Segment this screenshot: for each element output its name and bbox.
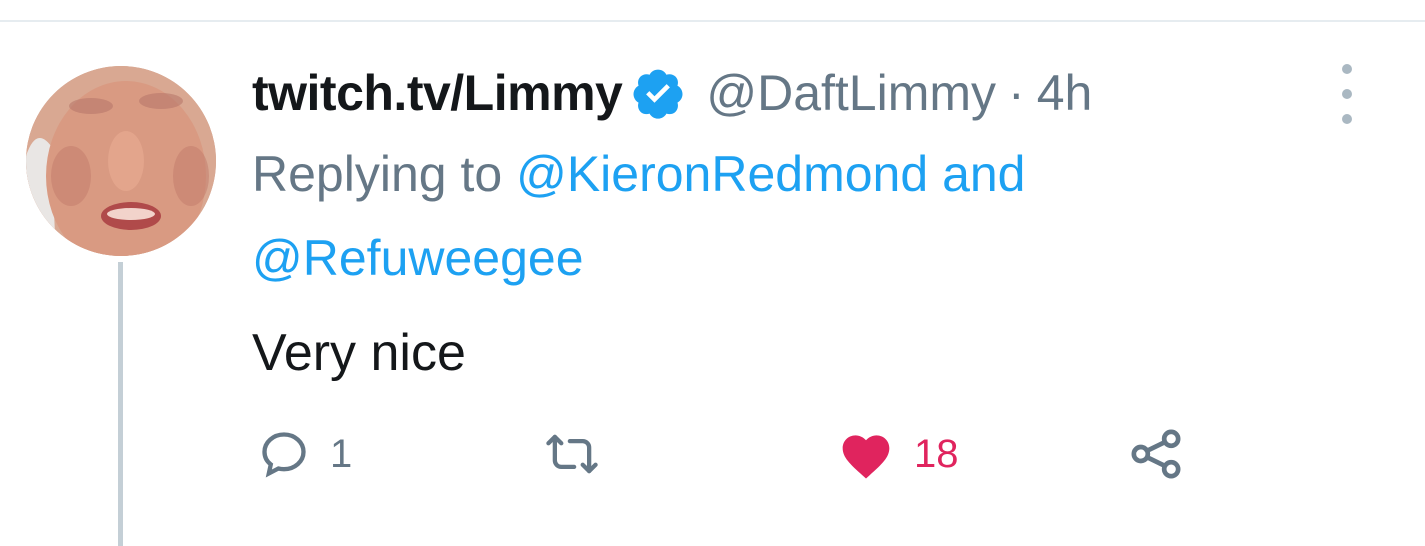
comment-icon — [262, 432, 306, 478]
more-vertical-icon[interactable] — [1332, 64, 1362, 124]
tweet-actions: 1 18 — [258, 424, 1258, 484]
reply-count: 1 — [330, 431, 353, 476]
heart-icon — [842, 435, 890, 479]
avatar-photo — [26, 66, 216, 256]
thread-line — [118, 262, 123, 546]
display-name[interactable]: twitch.tv/Limmy — [252, 64, 623, 122]
user-handle[interactable]: @DaftLimmy — [706, 64, 996, 122]
share-button[interactable] — [1128, 424, 1184, 484]
verified-badge-icon — [630, 65, 686, 121]
tweet-content: twitch.tv/Limmy @DaftLimmy · 4h Replying… — [252, 58, 1402, 388]
share-icon — [1131, 429, 1181, 479]
retweet-button[interactable] — [542, 424, 602, 484]
like-button[interactable]: 18 — [838, 424, 959, 484]
header-separator: · — [1008, 65, 1025, 121]
reply-mention-refuweegee[interactable]: @Refuweegee — [252, 230, 584, 286]
like-count: 18 — [914, 431, 959, 476]
tweet-header: twitch.tv/Limmy @DaftLimmy · 4h — [252, 58, 1402, 128]
avatar[interactable] — [26, 66, 216, 256]
reply-prefix: Replying to — [252, 146, 503, 202]
reply-button[interactable]: 1 — [258, 424, 352, 484]
reply-conjunction[interactable]: and — [942, 146, 1025, 202]
tweet-text: Very nice — [252, 324, 466, 382]
top-divider — [0, 20, 1425, 22]
reply-mention-kieronredmond[interactable]: @KieronRedmond — [516, 146, 928, 202]
tweet-timestamp[interactable]: 4h — [1037, 64, 1093, 122]
reply-context: Replying to @KieronRedmond and @Refuweeg… — [252, 132, 1402, 300]
retweet-icon — [546, 434, 598, 474]
